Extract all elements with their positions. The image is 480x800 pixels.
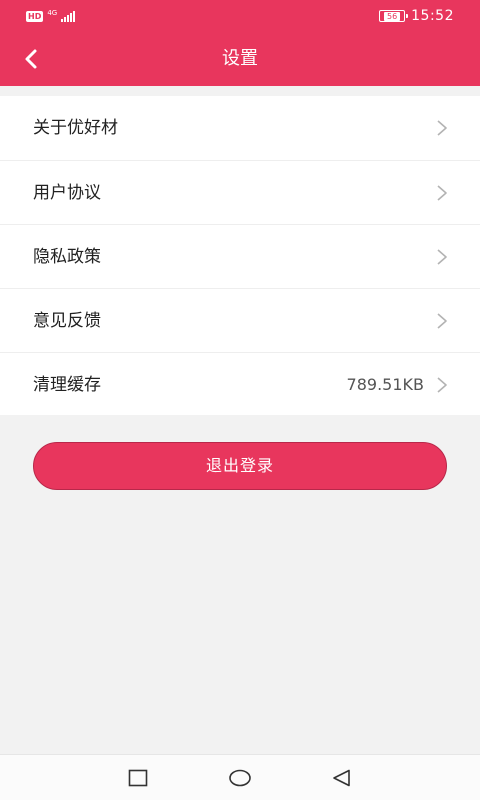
menu-item-label: 清理缓存 <box>33 375 101 395</box>
recent-apps-icon[interactable] <box>127 767 149 789</box>
settings-list: 关于优好材 用户协议 隐私政策 意见反馈 清理缓存 789.51KB <box>0 96 480 415</box>
menu-item-label: 关于优好材 <box>33 118 118 138</box>
menu-item-label: 意见反馈 <box>33 311 101 331</box>
title-bar: 设置 <box>0 32 480 86</box>
chevron-right-icon <box>437 377 447 393</box>
signal-icon <box>61 10 76 22</box>
menu-item-user-agreement[interactable]: 用户协议 <box>0 160 480 224</box>
page-title: 设置 <box>222 48 258 69</box>
home-icon[interactable] <box>228 767 252 789</box>
chevron-right-icon <box>437 120 447 136</box>
chevron-right-icon <box>437 185 447 201</box>
status-bar: HD 4G 56 15:52 <box>0 0 480 32</box>
cache-size: 789.51KB <box>346 375 424 394</box>
app-header: HD 4G 56 15:52 设置 <box>0 0 480 86</box>
network-type: 4G <box>47 9 58 17</box>
chevron-right-icon <box>437 313 447 329</box>
menu-item-label: 用户协议 <box>33 183 101 203</box>
hd-badge: HD <box>26 10 44 22</box>
system-nav-bar <box>0 754 480 800</box>
battery-icon: 56 <box>379 10 409 22</box>
status-right: 56 15:52 <box>379 7 454 25</box>
menu-item-label: 隐私政策 <box>33 247 101 267</box>
menu-item-clear-cache[interactable]: 清理缓存 789.51KB <box>0 352 480 416</box>
logout-button[interactable]: 退出登录 <box>33 442 447 490</box>
menu-item-about[interactable]: 关于优好材 <box>0 96 480 160</box>
status-left: HD 4G <box>26 9 76 23</box>
menu-item-feedback[interactable]: 意见反馈 <box>0 288 480 352</box>
clock: 15:52 <box>411 8 454 24</box>
back-triangle-icon[interactable] <box>331 767 353 789</box>
menu-item-privacy-policy[interactable]: 隐私政策 <box>0 224 480 288</box>
chevron-right-icon <box>437 249 447 265</box>
battery-level: 56 <box>384 11 401 21</box>
